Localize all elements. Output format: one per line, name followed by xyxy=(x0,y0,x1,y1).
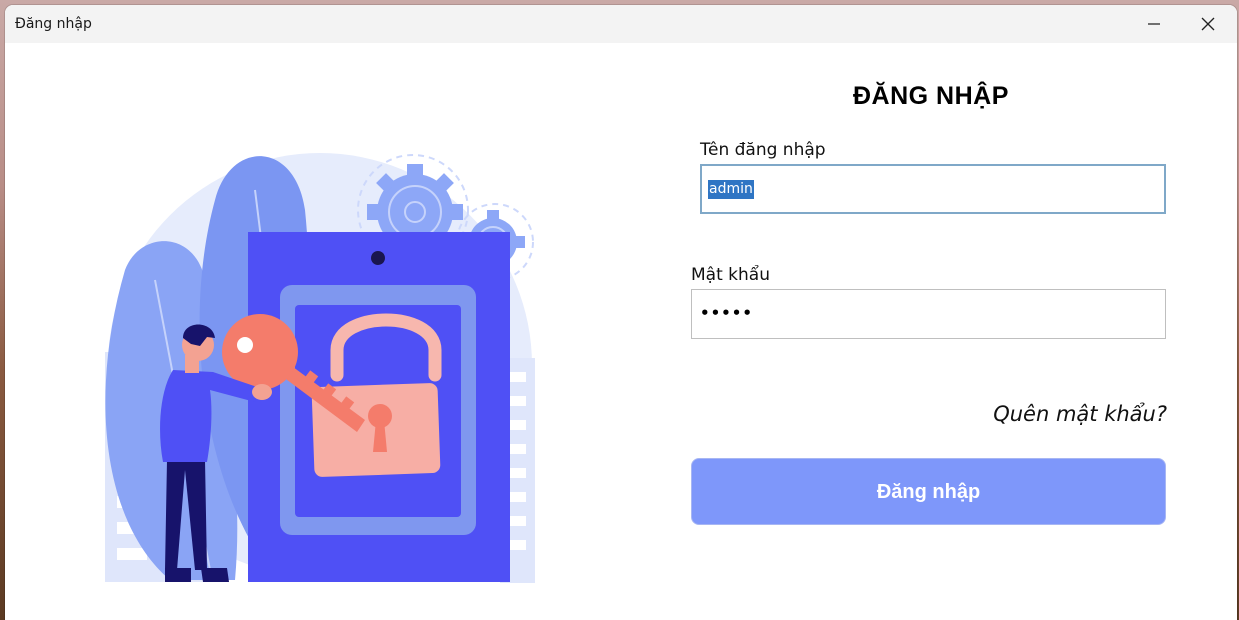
window-title: Đăng nhập xyxy=(15,16,92,32)
close-button[interactable] xyxy=(1185,5,1231,43)
lock-key-illustration xyxy=(105,153,535,583)
close-icon xyxy=(1201,17,1215,31)
password-label: Mật khẩu xyxy=(691,265,770,285)
title-bar: Đăng nhập xyxy=(5,5,1237,43)
username-value: admin xyxy=(708,180,754,199)
forgot-password-link[interactable]: Quên mật khẩu? xyxy=(993,402,1167,426)
login-heading: ĐĂNG NHẬP xyxy=(853,82,1009,110)
password-input[interactable]: ••••• xyxy=(691,289,1166,339)
username-label: Tên đăng nhập xyxy=(700,140,826,160)
login-button[interactable]: Đăng nhập xyxy=(691,458,1166,525)
username-input[interactable]: admin xyxy=(700,164,1166,214)
minimize-icon xyxy=(1148,23,1160,25)
minimize-button[interactable] xyxy=(1131,5,1177,43)
password-value: ••••• xyxy=(700,304,753,322)
